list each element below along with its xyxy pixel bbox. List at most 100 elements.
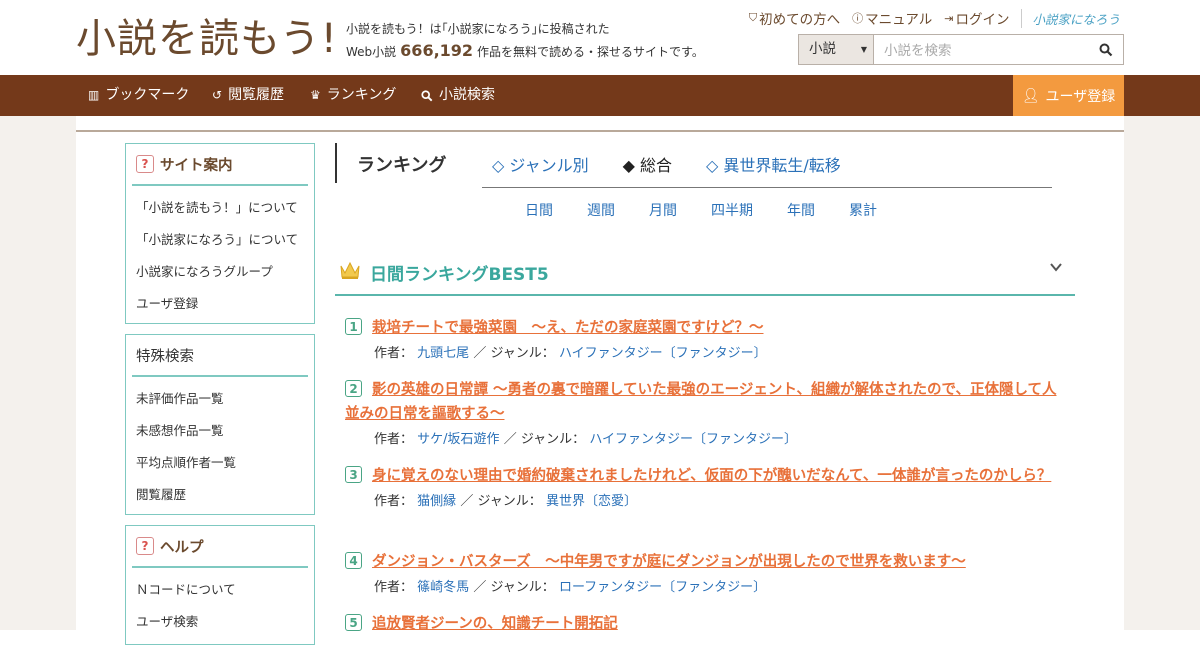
sidebar-help: ? ヘルプ Ｎコードについて ユーザ検索 <box>125 525 315 645</box>
site-logo[interactable]: 小説を読もう! <box>76 14 338 64</box>
nav-bookmark[interactable]: ▥ ブックマーク <box>88 75 189 116</box>
search-input[interactable] <box>874 35 1089 66</box>
author-label: 作者： <box>374 494 414 509</box>
nav-search[interactable]: 小説検索 <box>421 75 495 116</box>
login-icon: ⇥ <box>944 11 954 25</box>
work-count: 666,192 <box>400 41 474 60</box>
sidebar-item-user-search[interactable]: ユーザ検索 <box>126 606 314 638</box>
special-search-title: 特殊検索 <box>136 348 194 365</box>
tagline-line2: Web小説 666,192 作品を無料で読める・探せるサイトです。 <box>346 40 704 63</box>
site-tagline: 小説を読もう！は｢小説家になろう｣に投稿された Web小説 666,192 作品を無… <box>346 18 704 63</box>
best5-header[interactable]: 日間ランキングBEST5 <box>335 250 1075 296</box>
nav-ranking[interactable]: ♛ ランキング <box>310 75 396 116</box>
genre-label: ／ ジャンル： <box>473 580 555 595</box>
ranking-entry-1: 1 栽培チートで最強菜園 ～え、ただの家庭菜園ですけど？～ 作者： 九頭七尾 ／… <box>345 316 1060 361</box>
rank-number-5: 5 <box>345 614 362 631</box>
period-quarterly[interactable]: 四半期 <box>711 200 753 220</box>
page-background-right <box>1124 116 1200 630</box>
genre-link[interactable]: 異世界〔恋愛〕 <box>546 494 637 509</box>
rank-number-3: 3 <box>345 466 362 483</box>
search-bar: 小説 ▼ <box>798 34 1124 66</box>
period-weekly[interactable]: 週間 <box>587 200 615 220</box>
novel-title-link[interactable]: 影の英雄の日常譚 ～勇者の裏で暗躍していた最強のエージェント、組織が解体されたの… <box>345 378 1060 426</box>
sidebar-item-avg-authors[interactable]: 平均点順作者一覧 <box>126 447 314 479</box>
nav-bookmark-label: ブックマーク <box>105 87 190 103</box>
ranking-entry-2: 2 影の英雄の日常譚 ～勇者の裏で暗躍していた最強のエージェント、組織が解体され… <box>345 378 1060 447</box>
bookmark-icon: ▥ <box>88 88 100 102</box>
entry-meta: 作者： 九頭七尾 ／ ジャンル： ハイファンタジー〔ファンタジー〕 <box>345 342 1060 361</box>
sidebar-item-register[interactable]: ユーザ登録 <box>126 288 314 320</box>
tagline-suffix: 作品を無料で読める・探せるサイトです。 <box>477 45 704 59</box>
genre-label: ／ ジャンル： <box>503 432 586 447</box>
sidebar-item-unrated[interactable]: 未評価作品一覧 <box>126 383 314 415</box>
page-background-left <box>0 116 76 630</box>
tab-genre[interactable]: ◇ ジャンル別 <box>492 152 589 176</box>
tab-isekai[interactable]: ◇ 異世界転生/転移 <box>706 152 841 176</box>
ranking-entry-5: 5 追放賢者ジーンの、知識チート開拓記 <box>345 612 1060 636</box>
nav-history[interactable]: ↺ 閲覧履歴 <box>212 75 284 116</box>
sidebar-item-about-narou[interactable]: 「小説家になろう」について <box>126 224 314 256</box>
register-button[interactable]: 👤︎ ユーザ登録 <box>1013 75 1124 116</box>
manual-link[interactable]: ⓘ マニュアル <box>852 8 932 28</box>
author-link[interactable]: サケ/坂石遊作 <box>417 432 499 447</box>
help-title: ヘルプ <box>160 539 204 556</box>
author-link[interactable]: 九頭七尾 <box>417 346 469 361</box>
novel-title-link[interactable]: 栽培チートで最強菜園 ～え、ただの家庭菜園ですけど？～ <box>345 316 1060 340</box>
tab-overall[interactable]: ◆ 総合 <box>623 152 672 176</box>
genre-link[interactable]: ハイファンタジー〔ファンタジー〕 <box>559 346 767 361</box>
author-label: 作者： <box>374 432 414 447</box>
genre-label: ／ ジャンル： <box>460 494 542 509</box>
author-link[interactable]: 猫側縁 <box>417 494 456 509</box>
author-label: 作者： <box>374 580 414 595</box>
author-link[interactable]: 篠崎冬馬 <box>417 580 469 595</box>
rank-number-4: 4 <box>345 552 362 569</box>
sidebar-special-search: 特殊検索 未評価作品一覧 未感想作品一覧 平均点順作者一覧 閲覧履歴 <box>125 334 315 515</box>
site-header: 小説を読もう! 小説を読もう！は｢小説家になろう｣に投稿された Web小説 666… <box>0 0 1200 75</box>
search-type-select[interactable]: 小説 ▼ <box>799 35 874 64</box>
special-search-header: 特殊検索 <box>132 335 308 377</box>
shield-icon: ⛉ <box>748 11 758 24</box>
genre-link[interactable]: ローファンタジー〔ファンタジー〕 <box>559 580 766 595</box>
search-icon <box>421 89 433 101</box>
first-time-label: 初めての方へ <box>759 12 841 28</box>
chevron-down-icon <box>1050 263 1062 272</box>
first-time-link[interactable]: ⛉ 初めての方へ <box>749 8 840 28</box>
genre-link[interactable]: ハイファンタジー〔ファンタジー〕 <box>589 432 797 447</box>
novel-title-link[interactable]: ダンジョン・バスターズ ～中年男ですが庭にダンジョンが出現したので世界を救います… <box>345 550 1060 574</box>
narou-logo-link[interactable]: 小説家になろう <box>1021 8 1120 28</box>
ranking-entry-4: 4 ダンジョン・バスターズ ～中年男ですが庭にダンジョンが出現したので世界を救い… <box>345 550 1060 595</box>
period-daily[interactable]: 日間 <box>525 200 553 220</box>
sidebar-item-narou-group[interactable]: 小説家になろうグループ <box>126 256 314 288</box>
best5-title: 日間ランキングBEST5 <box>370 265 549 285</box>
question-circle-icon: ⓘ <box>852 12 864 25</box>
page-title: ランキング <box>357 155 447 176</box>
sidebar-item-about-yomou[interactable]: 「小説を読もう！」について <box>126 192 314 224</box>
nav-history-label: 閲覧履歴 <box>228 87 285 103</box>
sidebar-item-no-review[interactable]: 未感想作品一覧 <box>126 415 314 447</box>
main-nav: ▥ ブックマーク ↺ 閲覧履歴 ♛ ランキング 小説検索 👤︎ ユーザ登録 <box>0 75 1200 116</box>
login-link[interactable]: ⇥ ログイン <box>944 8 1010 29</box>
author-label: 作者： <box>374 346 414 361</box>
question-icon: ? <box>136 155 154 173</box>
search-type-value: 小説 <box>809 41 836 57</box>
nav-ranking-label: ランキング <box>326 87 397 103</box>
period-monthly[interactable]: 月間 <box>649 200 677 220</box>
top-links: ⛉ 初めての方へ ⓘ マニュアル ⇥ ログイン 小説家になろう <box>749 8 1120 28</box>
entry-meta: 作者： 猫側縁 ／ ジャンル： 異世界〔恋愛〕 <box>345 490 1060 509</box>
entry-meta: 作者： 篠崎冬馬 ／ ジャンル： ローファンタジー〔ファンタジー〕 <box>345 576 1060 595</box>
crown-icon <box>340 261 360 279</box>
sidebar-item-ncode[interactable]: Ｎコードについて <box>126 574 314 606</box>
question-icon: ? <box>136 537 154 555</box>
sidebar-item-history[interactable]: 閲覧履歴 <box>126 479 314 511</box>
period-yearly[interactable]: 年間 <box>787 200 815 220</box>
site-guide-title: サイト案内 <box>160 157 233 174</box>
period-total[interactable]: 累計 <box>849 200 877 220</box>
login-label: ログイン <box>955 12 1010 28</box>
search-button[interactable] <box>1089 35 1123 64</box>
genre-label: ／ ジャンル： <box>473 346 555 361</box>
entry-meta: 作者： サケ/坂石遊作 ／ ジャンル： ハイファンタジー〔ファンタジー〕 <box>345 428 1060 447</box>
novel-title-link[interactable]: 身に覚えのない理由で婚約破棄されましたけれど、仮面の下が醜いだなんて、一体誰が言… <box>345 464 1060 488</box>
search-icon <box>1099 43 1113 56</box>
sidebar-site-guide: ? サイト案内 「小説を読もう！」について 「小説家になろう」について 小説家に… <box>125 143 315 324</box>
novel-title-link[interactable]: 追放賢者ジーンの、知識チート開拓記 <box>345 612 1060 636</box>
